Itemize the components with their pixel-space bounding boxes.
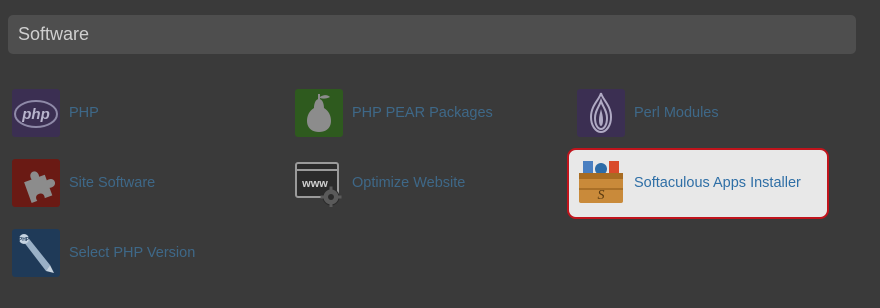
optimize-website-link[interactable]: www Optimize Website <box>295 157 465 209</box>
php-link[interactable]: php PHP <box>12 87 99 139</box>
softaculous-apps-installer-link[interactable]: S Softaculous Apps Installer <box>577 157 801 209</box>
section-header[interactable]: Software <box>8 15 856 54</box>
site-software-label: Site Software <box>69 175 156 191</box>
optimize-website-label: Optimize Website <box>352 175 466 191</box>
php-icon: php <box>12 89 60 137</box>
php-pen-icon: PHP <box>12 229 60 277</box>
toolbox-icon: S <box>579 161 623 203</box>
php-pear-packages-label: PHP PEAR Packages <box>352 105 493 121</box>
svg-text:PHP: PHP <box>19 237 30 243</box>
puzzle-icon <box>12 159 60 207</box>
php-label: PHP <box>69 105 99 121</box>
svg-text:php: php <box>21 106 50 123</box>
perl-modules-link[interactable]: Perl Modules <box>577 87 719 139</box>
section-title: Software <box>18 24 90 44</box>
softaculous-apps-installer-label: Softaculous Apps Installer <box>634 175 801 191</box>
svg-text:S: S <box>598 188 605 203</box>
pear-icon <box>295 89 343 137</box>
select-php-version-link[interactable]: PHP Select PHP Version <box>12 227 195 279</box>
site-software-link[interactable]: Site Software <box>12 157 155 209</box>
svg-text:www: www <box>301 178 328 190</box>
perl-modules-label: Perl Modules <box>634 105 719 121</box>
select-php-version-label: Select PHP Version <box>69 245 196 261</box>
www-gear-icon: www <box>295 162 342 207</box>
software-panel: Software php PHP PHP PEAR Packages Perl … <box>0 0 880 308</box>
php-pear-packages-link[interactable]: PHP PEAR Packages <box>295 87 493 139</box>
onion-icon <box>577 89 625 137</box>
